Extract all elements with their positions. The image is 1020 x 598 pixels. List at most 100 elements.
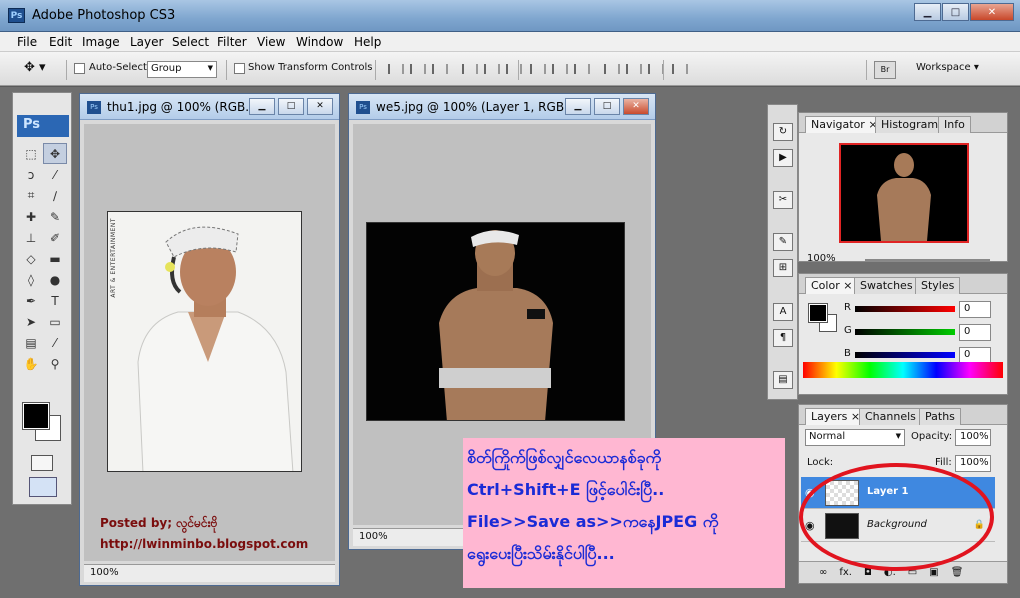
tab-swatches[interactable]: Swatches [854, 277, 919, 294]
align-hcenter-icon[interactable] [480, 61, 501, 77]
clone-stamp-tool-icon[interactable]: ⊥ [19, 227, 43, 248]
auto-align-icon[interactable] [668, 61, 689, 77]
blend-mode-dropdown[interactable]: Normal [805, 429, 905, 446]
tab-paths[interactable]: Paths [919, 408, 961, 425]
align-top-icon[interactable] [384, 61, 405, 77]
dodge-tool-icon[interactable]: ● [43, 269, 67, 290]
menu-image[interactable]: Image [82, 35, 120, 49]
brushes-panel-icon[interactable]: ✎ [773, 233, 793, 251]
lasso-tool-icon[interactable]: ↄ [19, 164, 43, 185]
red-slider[interactable] [855, 306, 955, 312]
notes-tool-icon[interactable]: ▤ [19, 332, 43, 353]
pen-tool-icon[interactable]: ✒ [19, 290, 43, 311]
navigator-zoom-slider[interactable] [865, 259, 990, 261]
navigator-preview[interactable] [839, 143, 969, 243]
fill-input[interactable]: 100% [955, 455, 991, 472]
navigator-zoom-value[interactable]: 100% [807, 253, 836, 264]
zoom-tool-icon[interactable]: ⚲ [43, 353, 67, 374]
zoom-level[interactable]: 100% [359, 531, 388, 542]
history-panel-icon[interactable]: ↻ [773, 123, 793, 141]
bridge-icon[interactable]: Br [874, 61, 896, 79]
distribute-hcenter-icon[interactable] [622, 61, 643, 77]
tab-histogram[interactable]: Histogram [875, 116, 945, 133]
layer-style-icon[interactable]: fx. [839, 567, 852, 578]
photo-man-white-shirt[interactable]: ART & ENTERTAINMENT [107, 211, 302, 472]
maximize-button[interactable]: □ [942, 3, 969, 21]
distribute-vcenter-icon[interactable] [548, 61, 569, 77]
healing-brush-tool-icon[interactable]: ✚ [19, 206, 43, 227]
green-value-input[interactable]: 0 [959, 324, 991, 341]
tab-navigator[interactable]: Navigator × [805, 116, 884, 133]
eraser-tool-icon[interactable]: ◇ [19, 248, 43, 269]
menu-file[interactable]: File [17, 35, 37, 49]
tab-info[interactable]: Info [938, 116, 971, 133]
layer-comps-icon[interactable]: ▤ [773, 371, 793, 389]
brush-tool-icon[interactable]: ✎ [43, 206, 67, 227]
minimize-button[interactable]: ▁ [914, 3, 941, 21]
move-tool-icon[interactable]: ✥ [43, 143, 67, 164]
document-minimize-button[interactable]: ▁ [249, 98, 275, 115]
actions-panel-icon[interactable]: ▶ [773, 149, 793, 167]
align-bottom-icon[interactable] [428, 61, 449, 77]
document-titlebar[interactable]: Ps we5.jpg @ 100% (Layer 1, RGB... ▁ □ ✕ [349, 94, 655, 120]
document-close-button[interactable]: ✕ [623, 98, 649, 115]
history-brush-tool-icon[interactable]: ✐ [43, 227, 67, 248]
distribute-top-icon[interactable] [526, 61, 547, 77]
zoom-level[interactable]: 100% [90, 567, 119, 578]
crop-tool-icon[interactable]: ⌗ [19, 185, 43, 206]
align-right-icon[interactable] [502, 61, 523, 77]
quick-mask-icon[interactable] [31, 455, 53, 471]
show-transform-checkbox[interactable] [234, 63, 245, 74]
workspace-menu[interactable]: Workspace ▾ [916, 62, 979, 73]
tool-presets-icon[interactable]: ✂ [773, 191, 793, 209]
tab-color[interactable]: Color × [805, 277, 859, 294]
tab-channels[interactable]: Channels [859, 408, 922, 425]
opacity-input[interactable]: 100% [955, 429, 991, 446]
new-layer-icon[interactable]: ▣ [929, 567, 938, 578]
clone-source-icon[interactable]: ⊞ [773, 259, 793, 277]
type-tool-icon[interactable]: T [43, 290, 67, 311]
align-vcenter-icon[interactable] [406, 61, 427, 77]
menu-filter[interactable]: Filter [217, 35, 247, 49]
menu-layer[interactable]: Layer [130, 35, 163, 49]
align-left-icon[interactable] [458, 61, 479, 77]
document-close-button[interactable]: ✕ [307, 98, 333, 115]
auto-select-dropdown[interactable]: Group [147, 61, 217, 78]
color-spectrum-bar[interactable] [803, 362, 1003, 378]
eyedropper-tool-icon[interactable]: ⁄ [43, 332, 67, 353]
marquee-tool-icon[interactable]: ⬚ [19, 143, 43, 164]
blue-slider[interactable] [855, 352, 955, 358]
green-slider[interactable] [855, 329, 955, 335]
menu-select[interactable]: Select [172, 35, 209, 49]
distribute-left-icon[interactable] [600, 61, 621, 77]
tab-styles[interactable]: Styles [915, 277, 961, 294]
document-titlebar[interactable]: Ps thu1.jpg @ 100% (RGB... ▁ □ ✕ [80, 94, 339, 120]
blur-tool-icon[interactable]: ◊ [19, 269, 43, 290]
document-maximize-button[interactable]: □ [278, 98, 304, 115]
tab-layers[interactable]: Layers × [805, 408, 867, 425]
gradient-tool-icon[interactable]: ▬ [43, 248, 67, 269]
menu-window[interactable]: Window [296, 35, 343, 49]
document-maximize-button[interactable]: □ [594, 98, 620, 115]
foreground-color-swatch[interactable] [22, 402, 50, 430]
document-minimize-button[interactable]: ▁ [565, 98, 591, 115]
screen-mode-icon[interactable] [29, 477, 57, 497]
character-panel-icon[interactable]: A [773, 303, 793, 321]
auto-select-checkbox[interactable] [74, 63, 85, 74]
photo-bodybuilder[interactable] [366, 222, 625, 421]
distribute-bottom-icon[interactable] [570, 61, 591, 77]
move-tool-preset-icon[interactable]: ✥ ▾ [24, 60, 58, 78]
blog-url[interactable]: http://lwinminbo.blogspot.com [100, 537, 308, 551]
close-button[interactable]: ✕ [970, 3, 1014, 21]
delete-layer-icon[interactable]: 🗑 [951, 567, 964, 578]
link-layers-icon[interactable]: ∞ [819, 567, 827, 578]
hand-tool-icon[interactable]: ✋ [19, 353, 43, 374]
path-selection-tool-icon[interactable]: ➤ [19, 311, 43, 332]
magic-wand-tool-icon[interactable]: ⁄ [43, 164, 67, 185]
menu-view[interactable]: View [257, 35, 285, 49]
distribute-right-icon[interactable] [644, 61, 665, 77]
slice-tool-icon[interactable]: ∕ [43, 185, 67, 206]
menu-edit[interactable]: Edit [49, 35, 72, 49]
rectangle-tool-icon[interactable]: ▭ [43, 311, 67, 332]
red-value-input[interactable]: 0 [959, 301, 991, 318]
